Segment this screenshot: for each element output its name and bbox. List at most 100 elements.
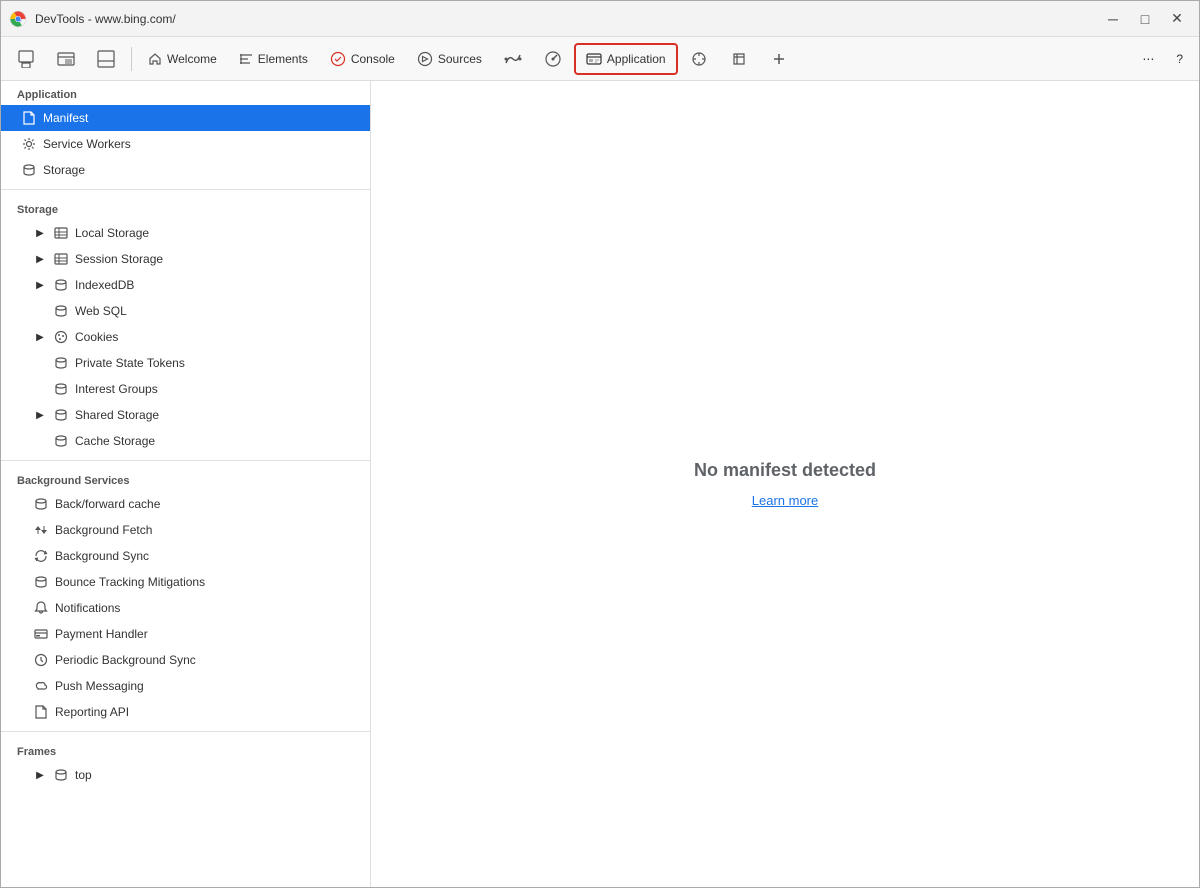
tab-sources[interactable]: Sources (407, 43, 492, 75)
tab-application[interactable]: Application (574, 43, 678, 75)
cookies-label: Cookies (75, 330, 118, 344)
divider-2 (1, 460, 370, 461)
indexeddb-arrow[interactable]: ▶ (33, 278, 47, 292)
cylinder-icon-bt (33, 574, 49, 590)
content-panel: No manifest detected Learn more (371, 81, 1199, 887)
session-storage-label: Session Storage (75, 252, 163, 266)
card-icon (33, 626, 49, 642)
sidebar-item-bounce-tracking[interactable]: Bounce Tracking Mitigations (1, 569, 370, 595)
indexeddb-label: IndexedDB (75, 278, 134, 292)
cylinder-icon-top (53, 767, 69, 783)
top-frame-arrow[interactable]: ▶ (33, 768, 47, 782)
tab-elements[interactable]: Elements (229, 43, 318, 75)
cylinder-icon-sql (53, 303, 69, 319)
sidebar-item-background-sync[interactable]: Background Sync (1, 543, 370, 569)
shared-storage-label: Shared Storage (75, 408, 159, 422)
sidebar-item-notifications[interactable]: Notifications (1, 595, 370, 621)
sidebar-item-manifest[interactable]: Manifest (1, 105, 370, 131)
storage-section-header: Storage (1, 196, 370, 220)
service-workers-label: Service Workers (43, 137, 131, 151)
local-storage-arrow[interactable]: ▶ (33, 226, 47, 240)
tab-welcome[interactable]: Welcome (138, 43, 227, 75)
extra-icon-1 (690, 50, 708, 68)
sidebar-item-cookies[interactable]: ▶ Cookies (1, 324, 370, 350)
learn-more-link[interactable]: Learn more (752, 493, 818, 508)
frames-section-header: Frames (1, 738, 370, 762)
interest-groups-label: Interest Groups (75, 382, 158, 396)
sidebar-item-storage-app[interactable]: Storage (1, 157, 370, 183)
toggle-device-button[interactable] (7, 43, 45, 75)
local-storage-label: Local Storage (75, 226, 149, 240)
cache-storage-label: Cache Storage (75, 434, 155, 448)
gear-icon (21, 136, 37, 152)
tab-network[interactable] (494, 43, 532, 75)
tab-console[interactable]: Console (320, 43, 405, 75)
home-icon (148, 52, 162, 66)
title-bar: DevTools - www.bing.com/ ─ □ ✕ (1, 1, 1199, 37)
sidebar-item-back-forward-cache[interactable]: Back/forward cache (1, 491, 370, 517)
notifications-label: Notifications (55, 601, 120, 615)
sidebar-item-cache-storage[interactable]: ▶ Cache Storage (1, 428, 370, 454)
cylinder-icon-ss (53, 407, 69, 423)
toggle-drawer-button[interactable] (87, 43, 125, 75)
close-button[interactable]: ✕ (1163, 5, 1191, 33)
sidebar-item-payment-handler[interactable]: Payment Handler (1, 621, 370, 647)
back-forward-cache-label: Back/forward cache (55, 497, 160, 511)
manifest-label: Manifest (43, 111, 88, 125)
arrows-icon (33, 522, 49, 538)
table-icon-local (53, 225, 69, 241)
storage-app-label: Storage (43, 163, 85, 177)
application-section-header: Application (1, 81, 370, 105)
shared-storage-arrow[interactable]: ▶ (33, 408, 47, 422)
sidebar-item-web-sql[interactable]: ▶ Web SQL (1, 298, 370, 324)
tab-performance[interactable] (534, 43, 572, 75)
cookie-icon (53, 329, 69, 345)
sidebar-item-periodic-background-sync[interactable]: Periodic Background Sync (1, 647, 370, 673)
sidebar-item-interest-groups[interactable]: ▶ Interest Groups (1, 376, 370, 402)
chrome-icon (9, 10, 27, 28)
sidebar-item-shared-storage[interactable]: ▶ Shared Storage (1, 402, 370, 428)
cylinder-icon-cache (53, 433, 69, 449)
cylinder-icon-pst (53, 355, 69, 371)
sidebar-item-top-frame[interactable]: ▶ top (1, 762, 370, 788)
table-icon-session (53, 251, 69, 267)
plus-icon (770, 50, 788, 68)
cookies-arrow[interactable]: ▶ (33, 330, 47, 344)
cylinder-icon-storage (21, 162, 37, 178)
sidebar-item-reporting-api[interactable]: Reporting API (1, 699, 370, 725)
sidebar-item-indexeddb[interactable]: ▶ IndexedDB (1, 272, 370, 298)
sync-icon (33, 548, 49, 564)
toolbar-separator-1 (131, 47, 132, 71)
divider-3 (1, 731, 370, 732)
separate-window-icon (57, 50, 75, 68)
maximize-button[interactable]: □ (1131, 5, 1159, 33)
cylinder-icon-idb (53, 277, 69, 293)
separate-window-button[interactable] (47, 43, 85, 75)
network-icon (504, 50, 522, 68)
console-icon (330, 51, 346, 67)
sidebar-item-service-workers[interactable]: Service Workers (1, 131, 370, 157)
minimize-button[interactable]: ─ (1099, 5, 1127, 33)
file-icon (21, 110, 37, 126)
sidebar-item-local-storage[interactable]: ▶ Local Storage (1, 220, 370, 246)
devtools-window: DevTools - www.bing.com/ ─ □ ✕ (0, 0, 1200, 888)
sidebar-item-background-fetch[interactable]: Background Fetch (1, 517, 370, 543)
more-options-button[interactable]: ⋯ (1132, 43, 1164, 75)
sidebar-item-session-storage[interactable]: ▶ Session Storage (1, 246, 370, 272)
session-storage-arrow[interactable]: ▶ (33, 252, 47, 266)
sidebar-item-private-state-tokens[interactable]: ▶ Private State Tokens (1, 350, 370, 376)
top-frame-label: top (75, 768, 92, 782)
title-bar-left: DevTools - www.bing.com/ (9, 10, 176, 28)
background-fetch-label: Background Fetch (55, 523, 152, 537)
reporting-api-label: Reporting API (55, 705, 129, 719)
help-button[interactable]: ? (1166, 43, 1193, 75)
sidebar-item-push-messaging[interactable]: Push Messaging (1, 673, 370, 699)
add-tab-button[interactable] (760, 43, 798, 75)
background-services-header: Background Services (1, 467, 370, 491)
cylinder-icon-ig (53, 381, 69, 397)
bell-icon (33, 600, 49, 616)
web-sql-label: Web SQL (75, 304, 127, 318)
tab-extra-1[interactable] (680, 43, 718, 75)
tab-extra-2[interactable] (720, 43, 758, 75)
private-state-tokens-label: Private State Tokens (75, 356, 185, 370)
